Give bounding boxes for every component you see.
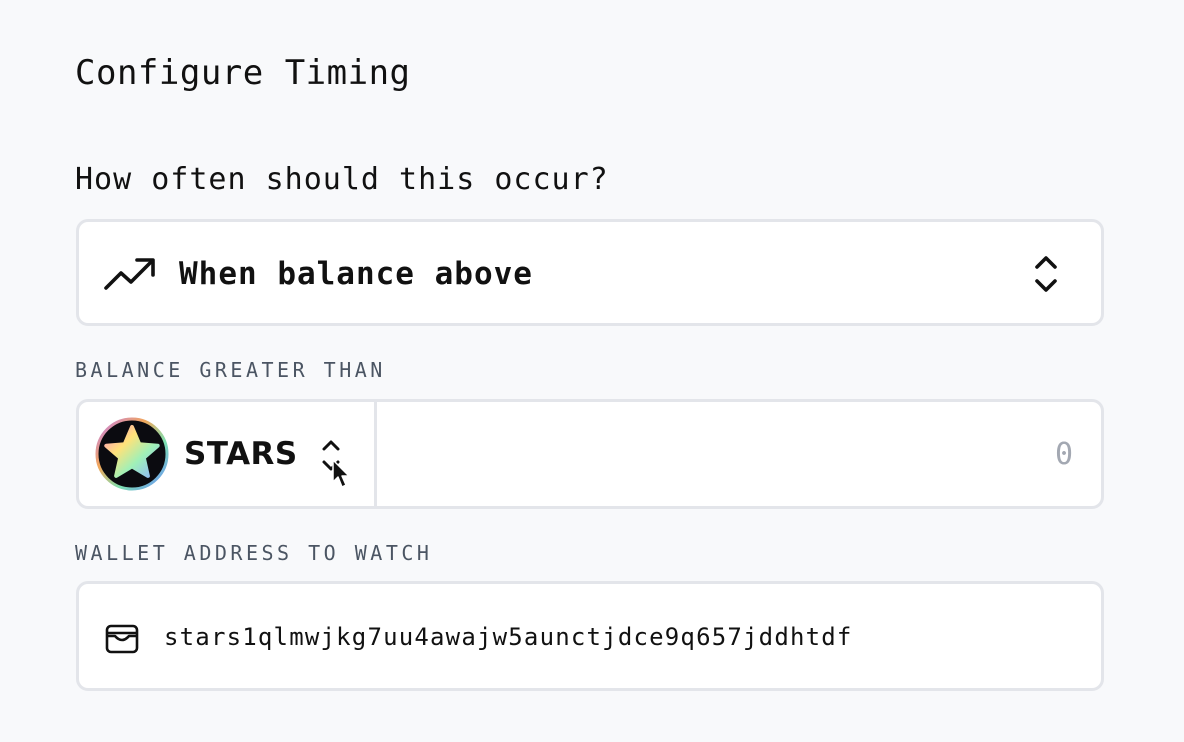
frequency-question: How often should this occur? (75, 162, 609, 197)
mouse-cursor-icon (332, 459, 350, 488)
page-title: Configure Timing (75, 53, 411, 93)
balance-input-group: STARS (76, 399, 1104, 509)
frequency-select[interactable]: When balance above (76, 219, 1104, 326)
wallet-field-label: WALLET ADDRESS TO WATCH (75, 541, 433, 565)
chevrons-up-down-icon (1035, 256, 1057, 292)
token-name: STARS (184, 436, 298, 472)
wallet-address-value: stars1qlmwjkg7uu4awajw5aunctjdce9q657jdd… (164, 623, 853, 651)
frequency-selected-label: When balance above (179, 256, 533, 292)
trending-up-icon (104, 258, 155, 290)
balance-field-label: BALANCE GREATER THAN (75, 358, 386, 382)
wallet-address-field[interactable]: stars1qlmwjkg7uu4awajw5aunctjdce9q657jdd… (76, 581, 1104, 691)
amount-input[interactable] (380, 402, 1101, 506)
wallet-icon (105, 624, 139, 654)
token-select[interactable]: STARS (79, 402, 377, 506)
stars-token-logo (95, 417, 169, 491)
